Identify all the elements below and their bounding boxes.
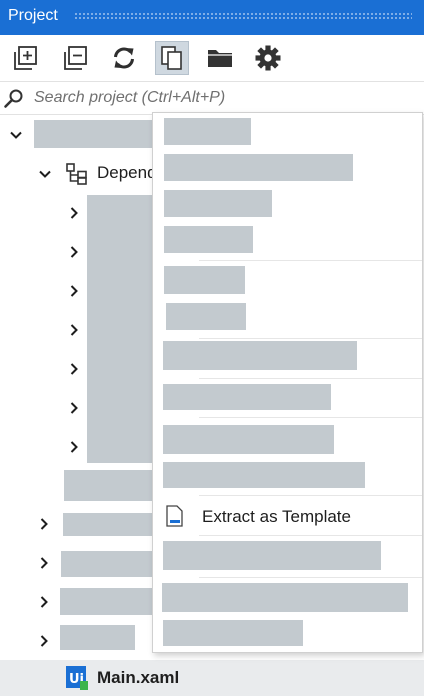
panel-title-bar: Project bbox=[0, 0, 424, 35]
redacted-menu-item[interactable] bbox=[163, 341, 357, 370]
gear-icon bbox=[255, 45, 281, 71]
redacted-tree-item bbox=[61, 551, 152, 577]
open-folder-button[interactable] bbox=[203, 41, 237, 75]
redacted-tree-item bbox=[63, 513, 152, 536]
menu-separator bbox=[199, 495, 422, 496]
redacted-tree-item bbox=[60, 625, 135, 650]
chevron-right-icon[interactable] bbox=[67, 284, 81, 298]
redacted-tree-item bbox=[64, 470, 152, 501]
copy-button[interactable] bbox=[155, 41, 189, 75]
menu-separator bbox=[199, 577, 422, 578]
chevron-right-icon[interactable] bbox=[37, 556, 51, 570]
chevron-down-icon[interactable] bbox=[9, 128, 23, 142]
folder-icon bbox=[208, 50, 232, 67]
redacted-dependency-list bbox=[87, 195, 152, 463]
context-menu: Extract as Template bbox=[152, 112, 423, 653]
redacted-menu-item[interactable] bbox=[163, 425, 334, 454]
redacted-menu-item[interactable] bbox=[164, 190, 272, 217]
chevron-right-icon[interactable] bbox=[67, 323, 81, 337]
menu-separator bbox=[199, 260, 422, 261]
xaml-file-icon: Ui bbox=[66, 666, 88, 690]
redacted-menu-item[interactable] bbox=[164, 118, 251, 145]
collapse-all-icon bbox=[64, 46, 87, 70]
redacted-menu-item[interactable] bbox=[164, 266, 245, 294]
expand-all-icon bbox=[14, 46, 37, 70]
dependencies-icon bbox=[66, 163, 87, 185]
chevron-right-icon[interactable] bbox=[67, 440, 81, 454]
redacted-menu-item[interactable] bbox=[163, 620, 303, 646]
redacted-menu-item[interactable] bbox=[164, 226, 253, 253]
chevron-right-icon[interactable] bbox=[67, 401, 81, 415]
copy-icon bbox=[161, 46, 182, 70]
refresh-icon bbox=[114, 47, 134, 69]
menu-separator bbox=[199, 535, 422, 536]
redacted-menu-item[interactable] bbox=[163, 384, 331, 410]
expand-all-button[interactable] bbox=[9, 41, 43, 75]
toolbar bbox=[0, 35, 424, 80]
file-label: Main.xaml bbox=[97, 668, 180, 687]
settings-button[interactable] bbox=[251, 41, 285, 75]
redacted-root-label bbox=[34, 120, 152, 148]
menu-separator bbox=[199, 417, 422, 418]
menu-separator bbox=[199, 378, 422, 379]
search-icon bbox=[4, 89, 23, 108]
panel-title: Project bbox=[8, 7, 58, 24]
redacted-tree-item bbox=[60, 588, 152, 615]
redacted-menu-item[interactable] bbox=[163, 541, 381, 570]
chevron-right-icon[interactable] bbox=[67, 362, 81, 376]
redacted-menu-item[interactable] bbox=[162, 583, 408, 612]
chevron-down-icon[interactable] bbox=[38, 167, 52, 181]
refresh-button[interactable] bbox=[107, 41, 141, 75]
chevron-right-icon[interactable] bbox=[67, 245, 81, 259]
redacted-menu-item[interactable] bbox=[166, 303, 246, 330]
dependencies-label[interactable]: Depend bbox=[97, 163, 157, 183]
chevron-right-icon[interactable] bbox=[37, 595, 51, 609]
chevron-right-icon[interactable] bbox=[37, 517, 51, 531]
redacted-menu-item[interactable] bbox=[163, 462, 365, 488]
collapse-all-button[interactable] bbox=[59, 41, 93, 75]
search-box[interactable]: Search project (Ctrl+Alt+P) bbox=[0, 81, 424, 115]
template-file-icon bbox=[166, 505, 183, 527]
search-input[interactable]: Search project (Ctrl+Alt+P) bbox=[34, 89, 225, 107]
title-bar-grip[interactable] bbox=[74, 12, 412, 20]
chevron-right-icon[interactable] bbox=[37, 634, 51, 648]
extract-as-template-label: Extract as Template bbox=[202, 507, 351, 526]
redacted-menu-item[interactable] bbox=[164, 154, 353, 181]
chevron-right-icon[interactable] bbox=[67, 206, 81, 220]
tree-item-main-xaml[interactable]: Ui Main.xaml bbox=[0, 660, 424, 696]
menu-separator bbox=[199, 338, 422, 339]
